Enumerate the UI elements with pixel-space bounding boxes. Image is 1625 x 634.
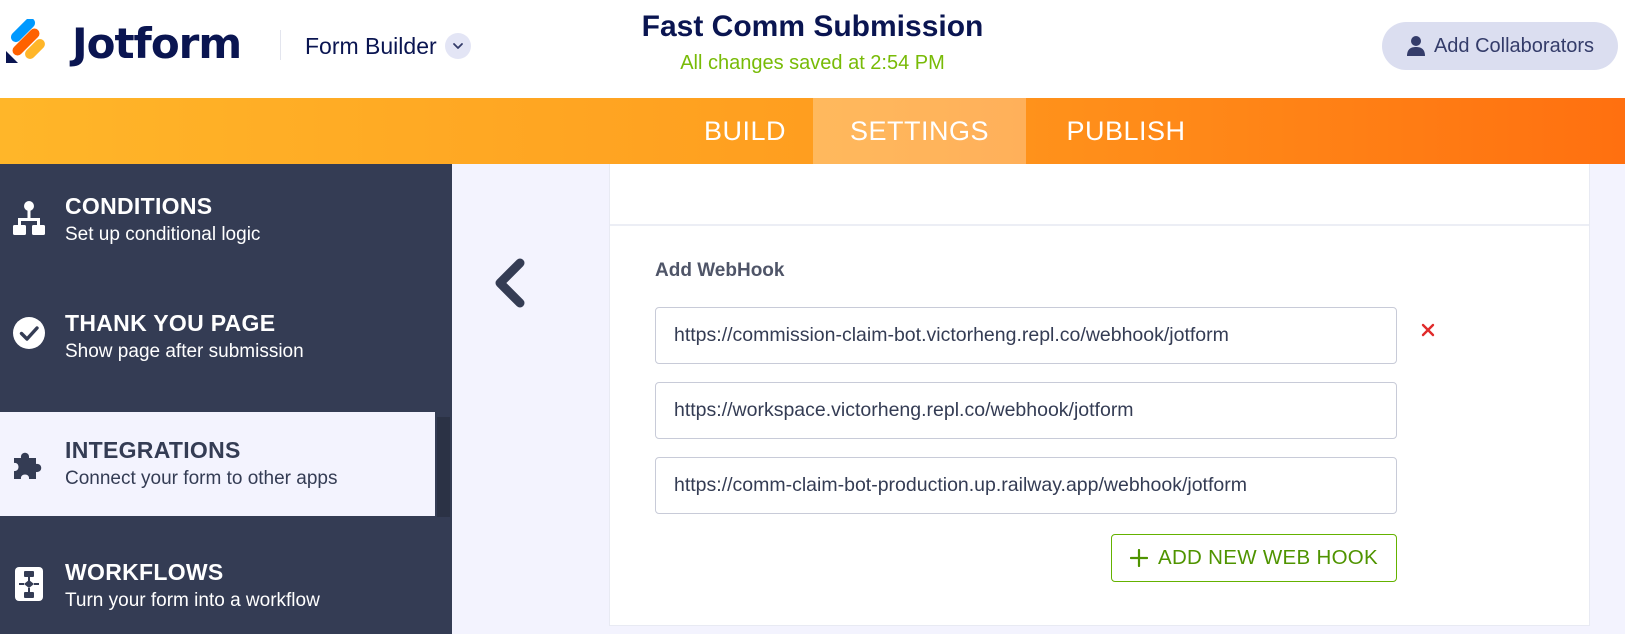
sidebar-item-subtitle: Turn your form into a workflow [65, 590, 320, 611]
section-label: Add WebHook [655, 260, 785, 281]
sidebar-scrollbar-thumb[interactable] [437, 417, 450, 517]
card-divider [610, 224, 1589, 226]
form-builder-label: Form Builder [305, 32, 437, 59]
close-icon [1421, 323, 1435, 337]
workflow-icon [11, 566, 47, 602]
chevron-down-icon [444, 33, 471, 59]
webhook-url-input[interactable] [655, 382, 1397, 439]
jotform-logo-icon [6, 19, 45, 63]
add-new-webhook-button[interactable]: ADD NEW WEB HOOK [1111, 534, 1397, 582]
sidebar-item-title: WORKFLOWS [65, 559, 224, 585]
tab-build-label: BUILD [703, 115, 787, 146]
sidebar-item-integrations[interactable]: INTEGRATIONS Connect your form to other … [0, 412, 435, 516]
webhook-url-input[interactable] [655, 307, 1397, 364]
back-arrow-button[interactable] [490, 258, 530, 308]
user-icon [1406, 36, 1425, 56]
check-circle-icon [11, 315, 47, 351]
sidebar-item-title: THANK YOU PAGE [65, 310, 276, 336]
logo-wordmark: Jotform [72, 18, 242, 68]
jotform-logo[interactable]: Jotform [4, 18, 264, 68]
sidebar-item-title: CONDITIONS [65, 193, 213, 219]
sidebar-item-thank-you-page[interactable]: THANK YOU PAGE Show page after submissio… [0, 281, 435, 385]
tab-settings[interactable]: SETTINGS [813, 98, 1026, 164]
remove-webhook-button[interactable] [1416, 318, 1440, 342]
sidebar-item-title: INTEGRATIONS [65, 437, 241, 463]
plus-icon [1129, 549, 1148, 567]
form-builder-dropdown[interactable]: Form Builder [305, 30, 471, 62]
webhook-url-input[interactable] [655, 457, 1397, 514]
settings-sidebar: CONDITIONS Set up conditional logic THAN… [0, 164, 435, 634]
add-collaborators-button[interactable]: Add Collaborators [1382, 22, 1618, 70]
sidebar-item-subtitle: Set up conditional logic [65, 224, 261, 245]
tab-bar: BUILD SETTINGS PUBLISH [0, 98, 1625, 164]
add-collaborators-label: Add Collaborators [1433, 34, 1595, 57]
header-divider [280, 30, 281, 60]
conditions-icon [11, 200, 47, 236]
sidebar-item-subtitle: Show page after submission [65, 341, 304, 362]
add-new-webhook-label: ADD NEW WEB HOOK [1157, 546, 1379, 569]
webhook-settings-card: Add WebHook ADD NEW WEB HOOK [609, 164, 1590, 626]
puzzle-icon [11, 446, 47, 482]
tab-settings-label: SETTINGS [849, 115, 989, 146]
tab-publish[interactable]: PUBLISH [1026, 98, 1226, 164]
sidebar-scrollbar[interactable] [435, 164, 452, 634]
sidebar-item-subtitle: Connect your form to other apps [65, 468, 338, 489]
sidebar-item-workflows[interactable]: WORKFLOWS Turn your form into a workflow [0, 534, 435, 634]
header: Jotform Form Builder Fast Comm Submissio… [0, 0, 1625, 98]
chevron-left-icon [495, 258, 525, 308]
tab-build[interactable]: BUILD [677, 98, 813, 164]
sidebar-item-conditions[interactable]: CONDITIONS Set up conditional logic [0, 164, 435, 268]
tab-publish-label: PUBLISH [1066, 115, 1186, 146]
